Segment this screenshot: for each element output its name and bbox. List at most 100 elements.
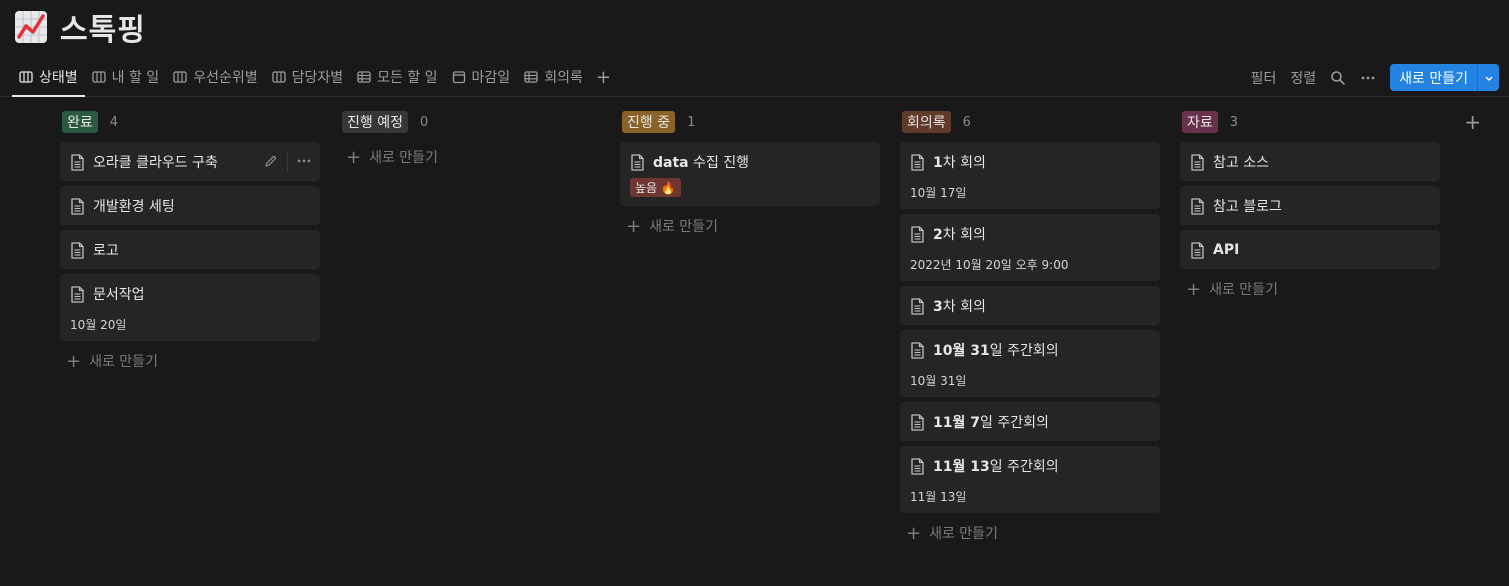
plus-icon: +	[1186, 278, 1202, 300]
board-card[interactable]: API	[1180, 230, 1440, 269]
board-card[interactable]: 1차 회의 10월 17일	[900, 142, 1160, 209]
plus-icon: +	[626, 215, 642, 237]
page-header: 스톡핑	[14, 8, 146, 48]
tab-3[interactable]: 담당자별	[265, 60, 351, 94]
more-icon[interactable]	[296, 153, 312, 169]
plus-icon: +	[66, 350, 82, 372]
card-actions	[263, 151, 312, 171]
edit-icon[interactable]	[263, 153, 279, 169]
board-column: 진행 예정 0 + 새로 만들기	[340, 108, 600, 548]
column-status-tag[interactable]: 진행 중	[622, 111, 676, 133]
board-card[interactable]: 개발환경 세팅	[60, 186, 320, 225]
add-view-button[interactable]: +	[590, 60, 617, 94]
page-icon	[911, 457, 924, 475]
card-title-row: 참고 소스	[1190, 152, 1430, 172]
new-card-label: 새로 만들기	[1209, 282, 1278, 298]
new-card-label: 새로 만들기	[369, 150, 438, 166]
board-icon	[91, 71, 106, 83]
page-icon	[71, 241, 84, 259]
card-title-row: 로고	[70, 240, 310, 260]
card-title-rest: 일 주간회의	[989, 343, 1059, 359]
calendar-icon	[452, 71, 465, 84]
priority-tag: 높음 🔥	[630, 178, 681, 197]
page-icon	[911, 153, 924, 171]
board-card[interactable]: 오라클 클라우드 구축	[60, 142, 320, 181]
tab-6[interactable]: 회의록	[517, 60, 590, 94]
board-card[interactable]: 참고 소스	[1180, 142, 1440, 181]
card-title: 로고	[93, 243, 119, 259]
card-title-row: API	[1190, 240, 1430, 260]
board-card[interactable]: 로고	[60, 230, 320, 269]
column-header: 진행 예정 0	[340, 108, 600, 136]
new-card-button[interactable]: + 새로 만들기	[340, 142, 600, 172]
tab-label: 회의록	[544, 70, 583, 86]
column-header: 진행 중 1	[620, 108, 880, 136]
tab-4[interactable]: 모든 할 일	[350, 60, 444, 94]
board-card[interactable]: data 수집 진행 높음 🔥	[620, 142, 880, 206]
card-title: 오라클 클라우드 구축	[93, 155, 218, 171]
card-title-row: 2차 회의	[910, 224, 1150, 244]
board-column: 자료 3 참고 소스 참고 블로그 API + 새로 만들기	[1180, 108, 1440, 548]
column-status-tag[interactable]: 완료	[62, 111, 98, 133]
card-title: 1차 회의	[933, 152, 986, 172]
new-card-button[interactable]: + 새로 만들기	[620, 211, 880, 241]
board-column: 진행 중 1 data 수집 진행 높음 🔥 + 새로 만들기	[620, 108, 880, 548]
toolbar: 필터 정렬 새로 만들기	[1251, 64, 1499, 91]
card-title: 개발환경 세팅	[93, 199, 175, 215]
card-title: 11월 13일 주간회의	[933, 456, 1059, 476]
tab-1[interactable]: 내 할 일	[85, 60, 167, 94]
board-column: 회의록 6 1차 회의 10월 17일 2차 회의 2022년 10월 20일 오후 9:…	[900, 108, 1160, 548]
card-date: 11월 13일	[910, 490, 967, 504]
card-title: 참고 블로그	[1213, 199, 1282, 215]
card-title-bold: 10월 31	[933, 343, 990, 359]
card-title-bold: 11월 13	[933, 459, 990, 475]
add-group-button[interactable]: +	[1464, 110, 1481, 134]
board-card[interactable]: 10월 31일 주간회의 10월 31일	[900, 330, 1160, 397]
new-card-label: 새로 만들기	[649, 219, 718, 235]
card-title-bold: data	[653, 155, 689, 171]
card-title: 2차 회의	[933, 224, 986, 244]
column-count: 1	[687, 114, 696, 130]
new-card-button[interactable]: + 새로 만들기	[60, 346, 320, 376]
card-actions-divider	[287, 151, 288, 171]
board-icon	[19, 71, 33, 83]
board-card[interactable]: 문서작업 10월 20일	[60, 274, 320, 341]
new-card-button[interactable]: + 새로 만들기	[900, 518, 1160, 548]
column-status-tag[interactable]: 회의록	[902, 111, 951, 133]
search-icon[interactable]	[1330, 70, 1346, 86]
page-icon	[71, 197, 84, 215]
card-title-row: 10월 31일 주간회의	[910, 340, 1150, 360]
board-card[interactable]: 참고 블로그	[1180, 186, 1440, 225]
tab-5[interactable]: 마감일	[445, 60, 518, 94]
card-date: 10월 20일	[70, 318, 127, 332]
column-status-tag[interactable]: 자료	[1182, 111, 1218, 133]
page-icon	[71, 285, 84, 303]
board-card[interactable]: 2차 회의 2022년 10월 20일 오후 9:00	[900, 214, 1160, 281]
plus-icon: +	[906, 522, 922, 544]
new-card-label: 새로 만들기	[89, 354, 158, 370]
page-icon	[1191, 153, 1204, 171]
new-dropdown-button[interactable]	[1477, 64, 1499, 91]
card-date: 10월 31일	[910, 374, 967, 388]
card-title-rest: 차 회의	[942, 227, 986, 243]
tab-label: 모든 할 일	[377, 70, 438, 86]
board-card[interactable]: 3차 회의	[900, 286, 1160, 325]
column-status-tag[interactable]: 진행 예정	[342, 111, 408, 133]
filter-button[interactable]: 필터	[1251, 68, 1277, 88]
tab-2[interactable]: 우선순위별	[166, 60, 264, 94]
page-icon	[911, 413, 924, 431]
board-card[interactable]: 11월 7일 주간회의	[900, 402, 1160, 441]
column-count: 0	[419, 114, 429, 130]
sort-button[interactable]: 정렬	[1290, 68, 1316, 88]
column-header: 완료 4	[60, 108, 320, 136]
new-card-button[interactable]: + 새로 만들기	[1180, 274, 1440, 304]
view-tabs-bar: 상태별 내 할 일 우선순위별 담당자별 모든 할 일 마감일 회의록 + 필터 정렬 새로 …	[0, 60, 1509, 97]
tab-0[interactable]: 상태별	[12, 60, 85, 97]
more-icon[interactable]	[1360, 70, 1376, 86]
card-title-bold: 1	[933, 155, 943, 171]
page-icon	[911, 341, 924, 359]
new-button[interactable]: 새로 만들기	[1390, 64, 1477, 91]
card-title: 참고 소스	[1213, 155, 1269, 171]
card-title-row: 3차 회의	[910, 296, 1150, 316]
board-card[interactable]: 11월 13일 주간회의 11월 13일	[900, 446, 1160, 513]
